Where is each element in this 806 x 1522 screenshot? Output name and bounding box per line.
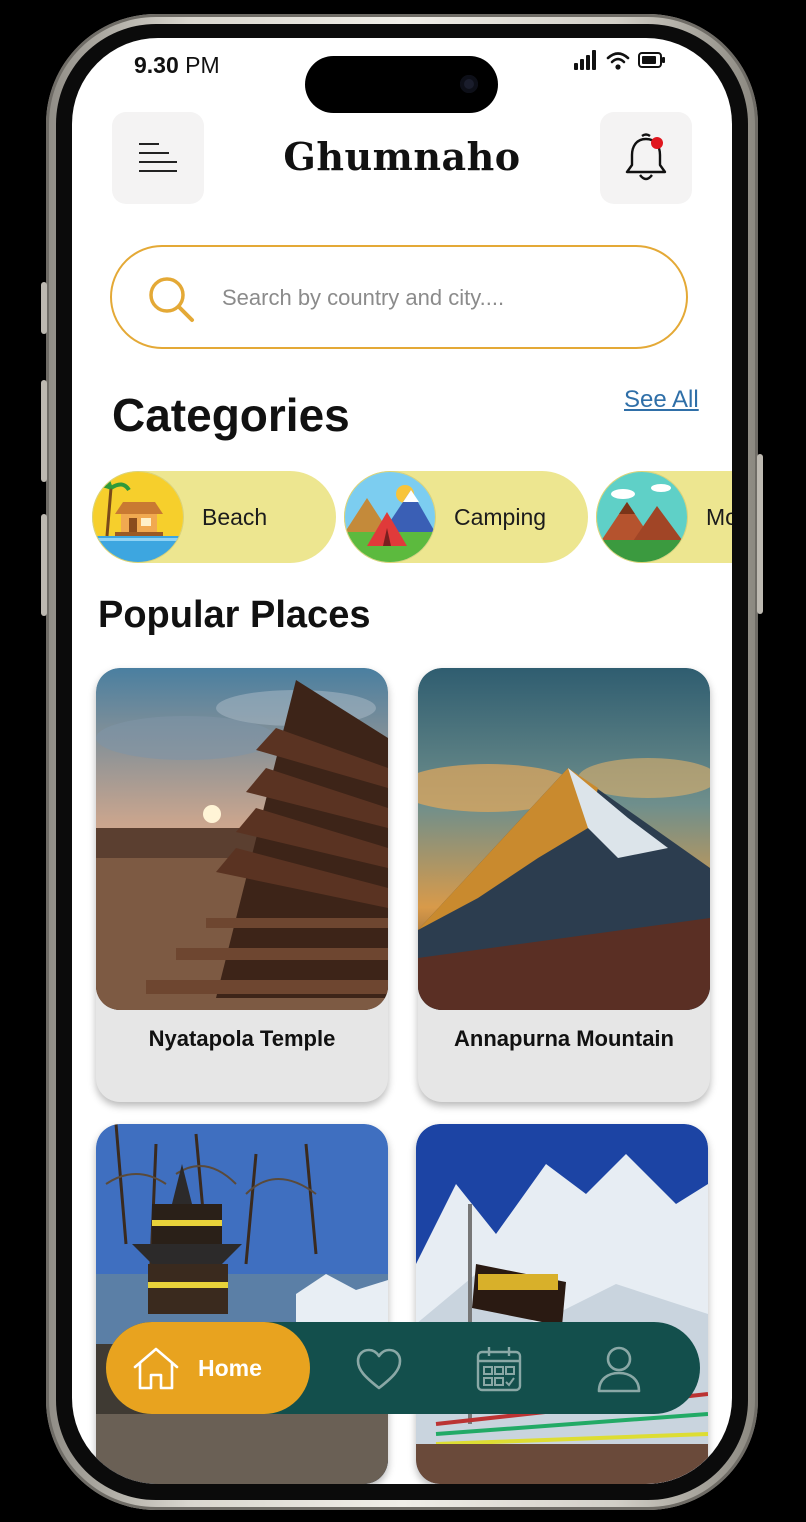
place-card-nyatapola[interactable]: Nyatapola Temple	[96, 668, 388, 1102]
menu-icon	[139, 143, 177, 172]
status-icons	[574, 50, 666, 70]
front-camera	[460, 75, 478, 93]
bottom-navigation: Home	[106, 1322, 700, 1414]
nav-profile-button[interactable]	[594, 1344, 644, 1394]
status-time-period: PM	[185, 52, 220, 78]
battery-icon	[638, 52, 665, 68]
place-image	[418, 668, 710, 1010]
status-time: 9.30 PM	[134, 52, 220, 79]
signal-icon	[574, 50, 596, 70]
wifi-icon	[606, 51, 630, 70]
volume-up-button	[41, 380, 47, 482]
beach-icon	[92, 471, 184, 563]
place-name: Nyatapola Temple	[148, 1026, 336, 1051]
search-input[interactable]	[220, 275, 664, 321]
place-card-annapurna[interactable]: Annapurna Mountain	[418, 668, 710, 1102]
action-button	[41, 282, 47, 334]
menu-button[interactable]	[112, 112, 204, 204]
place-card-namaste-base[interactable]	[416, 1124, 708, 1484]
app-title: Ghumnaho	[283, 134, 521, 179]
place-card-temple-forest[interactable]	[96, 1124, 388, 1484]
nav-home-button[interactable]: Home	[106, 1322, 310, 1414]
app-screen: 9.30 PM Ghumnaho Search by country and c…	[72, 38, 732, 1484]
place-image	[96, 668, 388, 1010]
place-image	[416, 1124, 708, 1484]
heart-icon	[356, 1348, 402, 1390]
camping-icon	[344, 471, 436, 563]
calendar-icon	[476, 1347, 522, 1392]
volume-down-button	[41, 514, 47, 616]
bell-icon	[625, 133, 667, 181]
notification-button[interactable]	[600, 112, 692, 204]
search-icon	[149, 277, 194, 322]
category-label: Mo	[706, 503, 732, 530]
see-all-link[interactable]: See All	[624, 386, 699, 414]
categories-title: Categories	[112, 389, 350, 441]
place-name: Annapurna Mountain	[454, 1026, 674, 1051]
nav-calendar-button[interactable]	[474, 1344, 524, 1394]
nav-home-label: Home	[198, 1354, 262, 1381]
category-chip-beach[interactable]: Beach	[92, 471, 336, 563]
dynamic-island	[305, 56, 498, 113]
notification-dot	[651, 137, 663, 149]
status-time-value: 9.30	[134, 52, 179, 78]
nav-favorites-button[interactable]	[354, 1344, 404, 1394]
search-bar[interactable]	[110, 245, 688, 349]
category-label: Camping	[454, 503, 547, 530]
popular-places-title: Popular Places	[98, 594, 371, 636]
profile-icon	[597, 1346, 641, 1393]
category-label: Beach	[202, 503, 268, 530]
home-icon	[133, 1347, 179, 1390]
power-button	[757, 454, 763, 614]
mountain-icon	[596, 471, 688, 563]
place-image	[96, 1124, 388, 1484]
category-chip-mountain[interactable]: Mo	[596, 471, 732, 563]
category-chip-camping[interactable]: Camping	[344, 471, 588, 563]
